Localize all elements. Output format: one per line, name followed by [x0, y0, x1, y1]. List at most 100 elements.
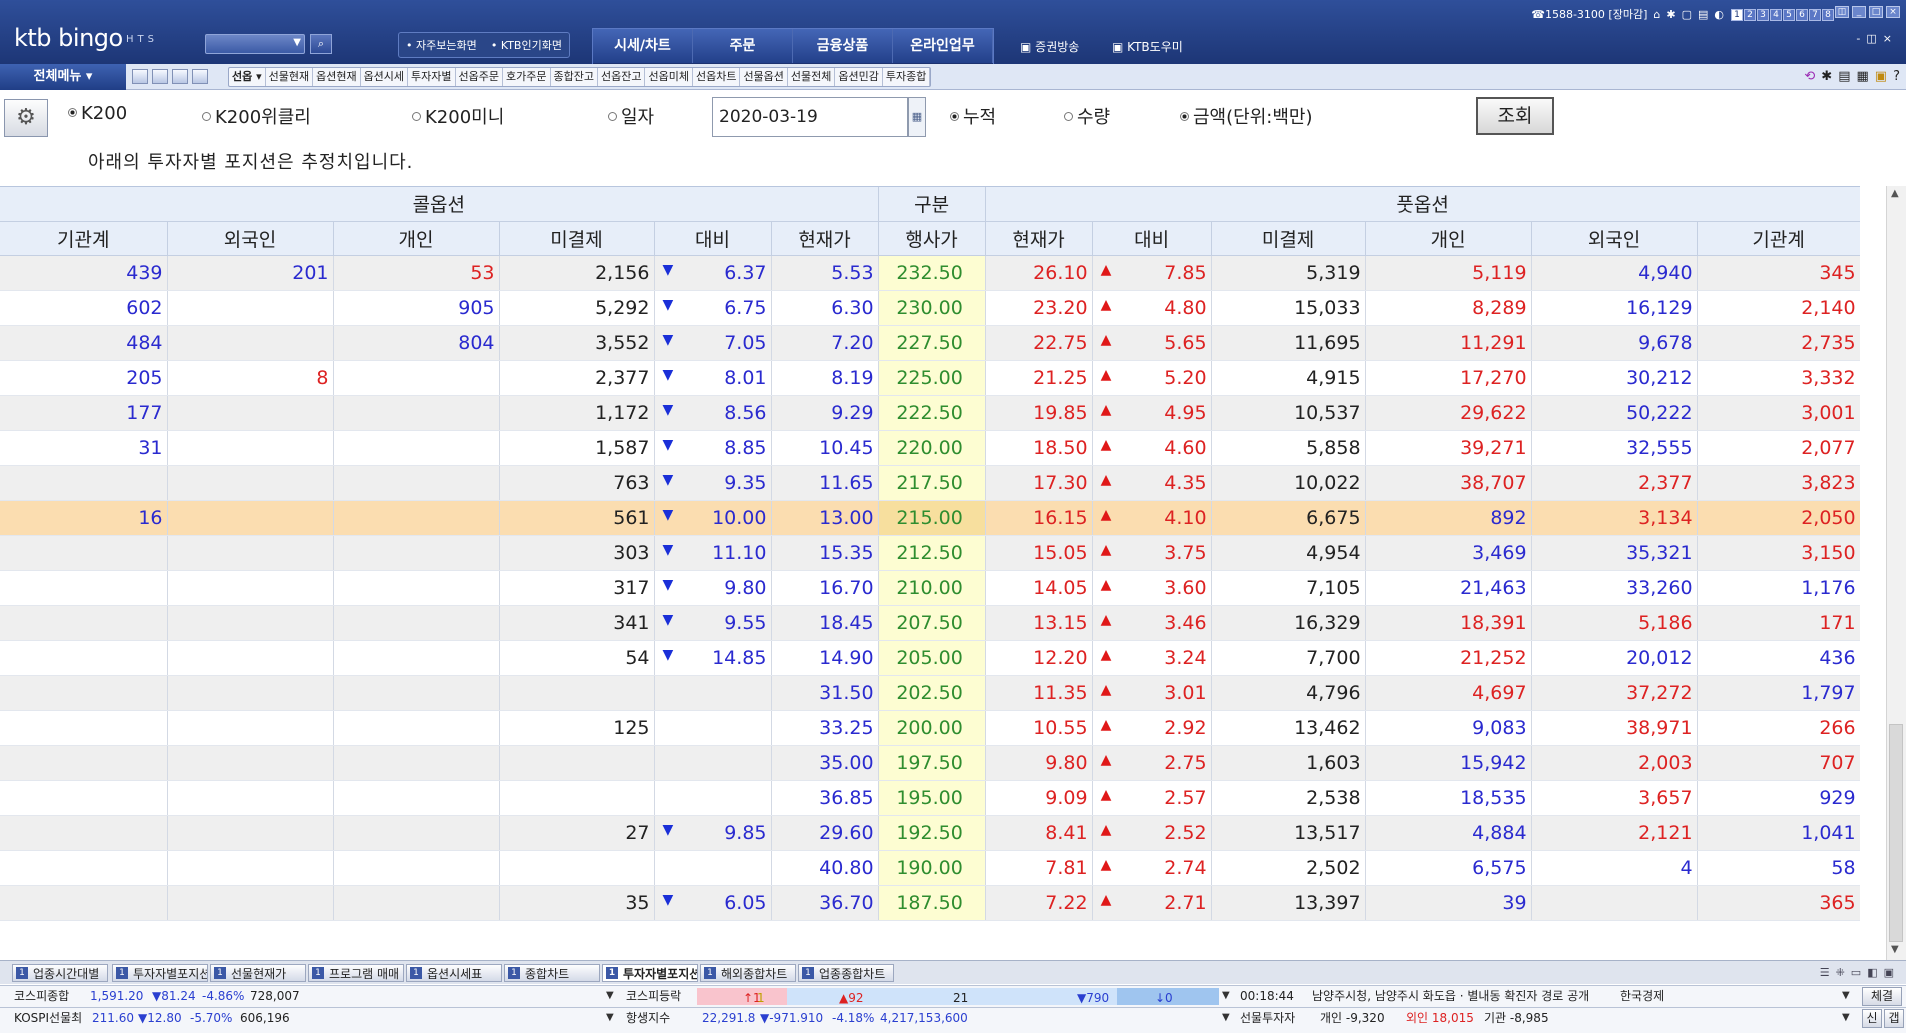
news-headline[interactable]: 남양주시청, 남양주시 화도읍 · 별내동 확진자 경로 공개: [1312, 986, 1589, 1006]
cell-put-price[interactable]: 12.20: [985, 640, 1093, 676]
col-put-change[interactable]: 대비: [1092, 221, 1212, 256]
wintab-option-quotes[interactable]: 옵션시세표: [406, 964, 502, 982]
cell-call-individual[interactable]: [333, 430, 500, 466]
cell-strike[interactable]: 212.50: [878, 535, 986, 571]
grid-scrollbar[interactable]: ▲ ▼: [1886, 186, 1906, 960]
cell-call-individual[interactable]: [333, 815, 500, 851]
cell-put-change[interactable]: ▲ 2.71: [1092, 885, 1212, 921]
close-all-icon[interactable]: ▣: [1884, 966, 1900, 979]
cascade-icon[interactable]: ☰: [1820, 966, 1836, 979]
kospi-futures-label[interactable]: KOSPI선물최: [14, 1008, 82, 1028]
screen-num-1[interactable]: 1: [1731, 9, 1743, 21]
radio-cumulative[interactable]: 누적: [950, 103, 996, 129]
cell-call-individual[interactable]: [333, 745, 500, 781]
screen-num-5[interactable]: 5: [1783, 9, 1795, 21]
col-put-foreign[interactable]: 외국인: [1531, 221, 1698, 256]
lock-icon[interactable]: ▢: [1682, 8, 1692, 21]
calendar-icon[interactable]: ▦: [908, 97, 926, 137]
col-call-institution[interactable]: 기관계: [0, 221, 168, 256]
cell-call-institution[interactable]: [0, 640, 168, 676]
cell-strike[interactable]: 202.50: [878, 675, 986, 711]
cell-call-change[interactable]: ▼ 11.10: [654, 535, 772, 571]
radio-quantity[interactable]: 수량: [1064, 103, 1110, 129]
cell-call-change[interactable]: [654, 780, 772, 816]
cell-call-institution[interactable]: [0, 850, 168, 886]
cell-call-institution[interactable]: [0, 605, 168, 641]
cell-call-change[interactable]: ▼ 9.80: [654, 570, 772, 606]
table-row[interactable]: 602 905 5,292 ▼ 6.75 6.30 230.00 23.20 ▲ 4.80 15,0…: [0, 290, 1860, 326]
cell-call-institution[interactable]: [0, 815, 168, 851]
chevron-down-icon[interactable]: ▼: [1222, 986, 1230, 1006]
cell-strike[interactable]: 207.50: [878, 605, 986, 641]
cell-put-open-interest[interactable]: 11,695: [1211, 325, 1366, 361]
cell-call-price[interactable]: 7.20: [771, 325, 879, 361]
scroll-up-icon[interactable]: ▲: [1891, 188, 1899, 199]
screen-num-6[interactable]: 6: [1796, 9, 1808, 21]
cell-put-foreign[interactable]: 20,012: [1531, 640, 1698, 676]
cell-put-price[interactable]: 17.30: [985, 465, 1093, 501]
cell-put-change[interactable]: ▲ 4.95: [1092, 395, 1212, 431]
calculator-icon[interactable]: ▦: [1857, 69, 1869, 84]
cell-put-change[interactable]: ▲ 3.24: [1092, 640, 1212, 676]
cell-put-price[interactable]: 19.85: [985, 395, 1093, 431]
tab-futures-all[interactable]: 선물전체: [788, 68, 836, 86]
radio-k200[interactable]: K200: [68, 103, 127, 124]
chevron-down-icon[interactable]: ▼: [606, 986, 614, 1006]
tab-investment-summary[interactable]: 투자종합: [883, 68, 931, 86]
cell-put-price[interactable]: 9.80: [985, 745, 1093, 781]
cell-put-foreign[interactable]: 2,121: [1531, 815, 1698, 851]
cell-put-foreign[interactable]: 2,377: [1531, 465, 1698, 501]
cell-call-foreign[interactable]: [167, 885, 334, 921]
cell-call-foreign[interactable]: 8: [167, 360, 334, 396]
lock-icon[interactable]: ▣: [1875, 69, 1887, 84]
all-menu-button[interactable]: 전체메뉴 ▾: [0, 64, 126, 90]
cell-put-individual[interactable]: 15,942: [1365, 745, 1532, 781]
cell-call-individual[interactable]: [333, 570, 500, 606]
table-row[interactable]: 763 ▼ 9.35 11.65 217.50 17.30 ▲ 4.35 10,022 38,70…: [0, 465, 1860, 501]
tab-quote-order[interactable]: 호가주문: [503, 68, 551, 86]
cell-put-price[interactable]: 10.55: [985, 710, 1093, 746]
col-call-open-interest[interactable]: 미결제: [499, 221, 655, 256]
cell-call-foreign[interactable]: [167, 430, 334, 466]
cell-call-open-interest[interactable]: 317: [499, 570, 655, 606]
cell-put-foreign[interactable]: 3,657: [1531, 780, 1698, 816]
trade-button[interactable]: 체결: [1862, 987, 1902, 1006]
cell-put-open-interest[interactable]: 13,397: [1211, 885, 1366, 921]
col-strike[interactable]: 행사가: [878, 221, 986, 256]
cell-put-price[interactable]: 11.35: [985, 675, 1093, 711]
cell-call-price[interactable]: 14.90: [771, 640, 879, 676]
cell-call-foreign[interactable]: [167, 640, 334, 676]
cell-call-price[interactable]: 29.60: [771, 815, 879, 851]
cell-call-open-interest[interactable]: 2,377: [499, 360, 655, 396]
cell-strike[interactable]: 222.50: [878, 395, 986, 431]
table-row[interactable]: 484 804 3,552 ▼ 7.05 7.20 227.50 22.75 ▲ 5.65 11,6…: [0, 325, 1860, 361]
cell-put-foreign[interactable]: 30,212: [1531, 360, 1698, 396]
cell-put-change[interactable]: ▲ 3.60: [1092, 570, 1212, 606]
wintab-overseas-chart[interactable]: 해외종합차트: [700, 964, 796, 982]
code-search-combo[interactable]: ▼: [205, 34, 305, 54]
cell-call-foreign[interactable]: [167, 745, 334, 781]
cell-call-foreign[interactable]: [167, 675, 334, 711]
cell-call-change[interactable]: ▼ 9.85: [654, 815, 772, 851]
cell-call-individual[interactable]: [333, 850, 500, 886]
menu-order[interactable]: 주문: [693, 29, 793, 63]
cell-call-individual[interactable]: [333, 710, 500, 746]
cell-call-change[interactable]: ▼ 6.75: [654, 290, 772, 326]
cell-call-individual[interactable]: [333, 360, 500, 396]
cell-put-institution[interactable]: 3,001: [1697, 395, 1860, 431]
cell-call-open-interest[interactable]: [499, 780, 655, 816]
quick-link-popular[interactable]: • KTB인기화면: [491, 37, 562, 53]
cell-put-foreign[interactable]: 3,134: [1531, 500, 1698, 536]
tab-options-quotes[interactable]: 옵션시세: [361, 68, 409, 86]
cell-put-price[interactable]: 23.20: [985, 290, 1093, 326]
cell-put-individual[interactable]: 4,884: [1365, 815, 1532, 851]
table-row[interactable]: 177 1,172 ▼ 8.56 9.29 222.50 19.85 ▲ 4.95 10,537 2…: [0, 395, 1860, 431]
cell-put-price[interactable]: 16.15: [985, 500, 1093, 536]
cell-call-price[interactable]: 8.19: [771, 360, 879, 396]
col-put-individual[interactable]: 개인: [1365, 221, 1532, 256]
cell-call-institution[interactable]: 31: [0, 430, 168, 466]
cell-call-individual[interactable]: [333, 675, 500, 711]
cell-call-foreign[interactable]: [167, 710, 334, 746]
cell-put-open-interest[interactable]: 10,537: [1211, 395, 1366, 431]
cell-call-foreign[interactable]: [167, 465, 334, 501]
